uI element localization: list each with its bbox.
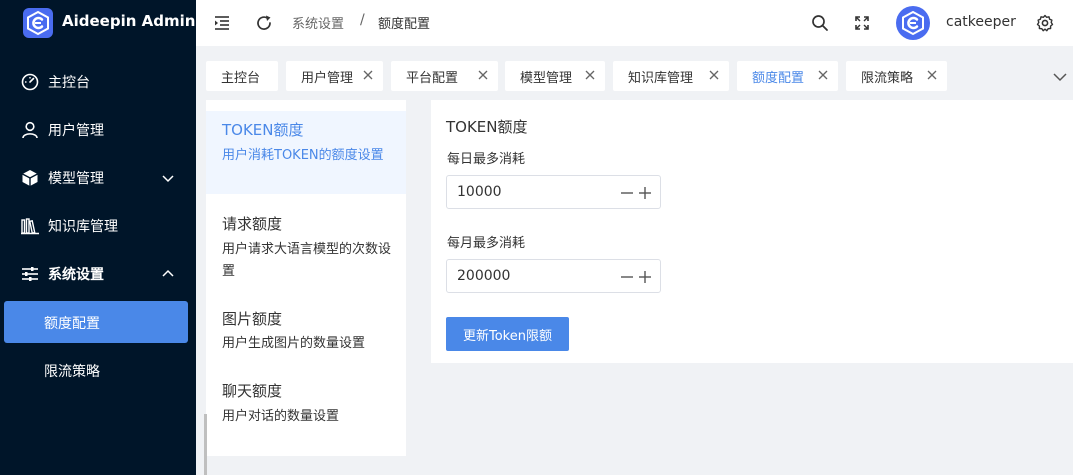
close-icon[interactable] [817, 69, 829, 81]
sliders-icon [22, 267, 38, 281]
monthly-limit-input[interactable] [446, 259, 661, 293]
monthly-limit-label: 每月最多消耗 [447, 236, 526, 251]
scrollbar-thumb[interactable] [204, 414, 207, 475]
fullscreen-icon[interactable] [852, 13, 872, 33]
quota-settings-list: TOKEN额度 用户消耗TOKEN的额度设置 请求额度 用户请求大语言模型的次数… [206, 100, 406, 456]
user-icon [22, 121, 38, 139]
sidebar-item-label: 主控台 [48, 75, 90, 91]
sidebar-item-system-settings[interactable]: 系统设置 [0, 253, 196, 295]
breadcrumb-separator: / [360, 12, 365, 28]
daily-limit-label: 每日最多消耗 [447, 152, 526, 167]
tab-label: 额度配置 [752, 70, 805, 86]
menu-fold-icon[interactable] [212, 13, 232, 33]
sidebar-subitem-label: 限流策略 [44, 364, 100, 380]
settings-item-title: 聊天额度 [222, 382, 283, 400]
tab-label: 限流策略 [861, 70, 914, 86]
tab-label: 平台配置 [406, 70, 459, 86]
chevron-down-icon [162, 175, 174, 183]
sidebar-item-label: 系统设置 [48, 267, 104, 283]
gear-icon[interactable] [1035, 13, 1055, 33]
tab-platform-config[interactable]: 平台配置 [391, 61, 498, 91]
chevron-down-icon[interactable] [1052, 69, 1068, 85]
close-icon[interactable] [708, 69, 720, 81]
top-header: 系统设置 / 额度配置 catkeeper [196, 0, 1073, 46]
settings-item-title: 请求额度 [222, 215, 283, 233]
close-icon[interactable] [362, 69, 374, 81]
daily-limit-input[interactable] [446, 175, 661, 209]
settings-item-desc: 用户生成图片的数量设置 [222, 336, 366, 351]
username[interactable]: catkeeper [946, 14, 1016, 30]
settings-item-desc: 用户消耗TOKEN的额度设置 [222, 148, 384, 163]
tab-label: 模型管理 [520, 70, 573, 86]
sidebar-item-models[interactable]: 模型管理 [0, 157, 196, 199]
breadcrumb-item[interactable]: 系统设置 [292, 13, 344, 32]
daily-limit-value[interactable] [457, 184, 607, 200]
sidebar-item-users[interactable]: 用户管理 [0, 109, 196, 151]
tab-label: 知识库管理 [628, 70, 694, 86]
settings-item-desc: 用户请求大语言模型的次数设置 [222, 242, 392, 279]
tab-label: 用户管理 [301, 70, 354, 86]
tab-models[interactable]: 模型管理 [505, 61, 605, 91]
close-icon[interactable] [926, 69, 938, 81]
sidebar-item-label: 用户管理 [48, 123, 104, 139]
settings-item-token-quota[interactable]: TOKEN额度 用户消耗TOKEN的额度设置 [206, 111, 406, 194]
search-icon[interactable] [810, 13, 830, 33]
box-icon [22, 170, 38, 186]
minus-icon[interactable] [619, 269, 635, 285]
monthly-limit-value[interactable] [457, 268, 607, 284]
tab-dashboard[interactable]: 主控台 [206, 61, 278, 91]
tab-quota-config[interactable]: 额度配置 [737, 61, 838, 91]
settings-item-title: TOKEN额度 [222, 121, 304, 139]
close-icon[interactable] [584, 69, 596, 81]
settings-item-request-quota[interactable]: 请求额度 用户请求大语言模型的次数设置 [206, 200, 406, 288]
minus-icon[interactable] [619, 185, 635, 201]
sidebar: Aideepin Admin 主控台 用户管理 模型管理 知识库管理 系统设置 … [0, 0, 196, 475]
sidebar-subitem-label: 额度配置 [44, 316, 100, 332]
update-token-limit-button[interactable]: 更新Token限额 [446, 317, 569, 351]
tab-rate-limit[interactable]: 限流策略 [846, 61, 947, 91]
sidebar-item-knowledge[interactable]: 知识库管理 [0, 205, 196, 247]
form-title: TOKEN额度 [446, 118, 528, 136]
app-title: Aideepin Admin [62, 12, 196, 30]
settings-item-desc: 用户对话的数量设置 [222, 409, 340, 424]
sidebar-subitem-quota-config[interactable]: 额度配置 [4, 301, 188, 343]
tab-users[interactable]: 用户管理 [286, 61, 383, 91]
tabs-bar: 主控台 用户管理 平台配置 模型管理 知识库管理 额度配置 限流策略 [196, 54, 1073, 94]
settings-item-title: 图片额度 [222, 310, 283, 328]
logo-icon [23, 8, 53, 38]
settings-item-image-quota[interactable]: 图片额度 用户生成图片的数量设置 [206, 295, 406, 361]
breadcrumb-current: 额度配置 [378, 17, 431, 32]
settings-item-chat-quota[interactable]: 聊天额度 用户对话的数量设置 [206, 368, 406, 434]
avatar-logo-icon [902, 10, 924, 36]
refresh-icon[interactable] [254, 13, 274, 33]
sidebar-item-label: 知识库管理 [48, 219, 118, 235]
close-icon[interactable] [477, 69, 489, 81]
library-icon [21, 218, 39, 235]
plus-icon[interactable] [637, 185, 653, 201]
plus-icon[interactable] [637, 269, 653, 285]
tab-label: 主控台 [221, 70, 261, 86]
sidebar-item-dashboard[interactable]: 主控台 [0, 61, 196, 103]
chevron-up-icon [162, 269, 174, 277]
avatar[interactable] [896, 6, 930, 40]
tab-knowledge[interactable]: 知识库管理 [613, 61, 729, 91]
brand[interactable]: Aideepin Admin [0, 0, 196, 46]
sidebar-item-label: 模型管理 [48, 171, 104, 187]
token-quota-form: TOKEN额度 每日最多消耗 每月最多消耗 更新Token限额 [431, 100, 1073, 363]
dashboard-icon [21, 73, 39, 91]
sidebar-subitem-rate-limit[interactable]: 限流策略 [0, 349, 196, 391]
